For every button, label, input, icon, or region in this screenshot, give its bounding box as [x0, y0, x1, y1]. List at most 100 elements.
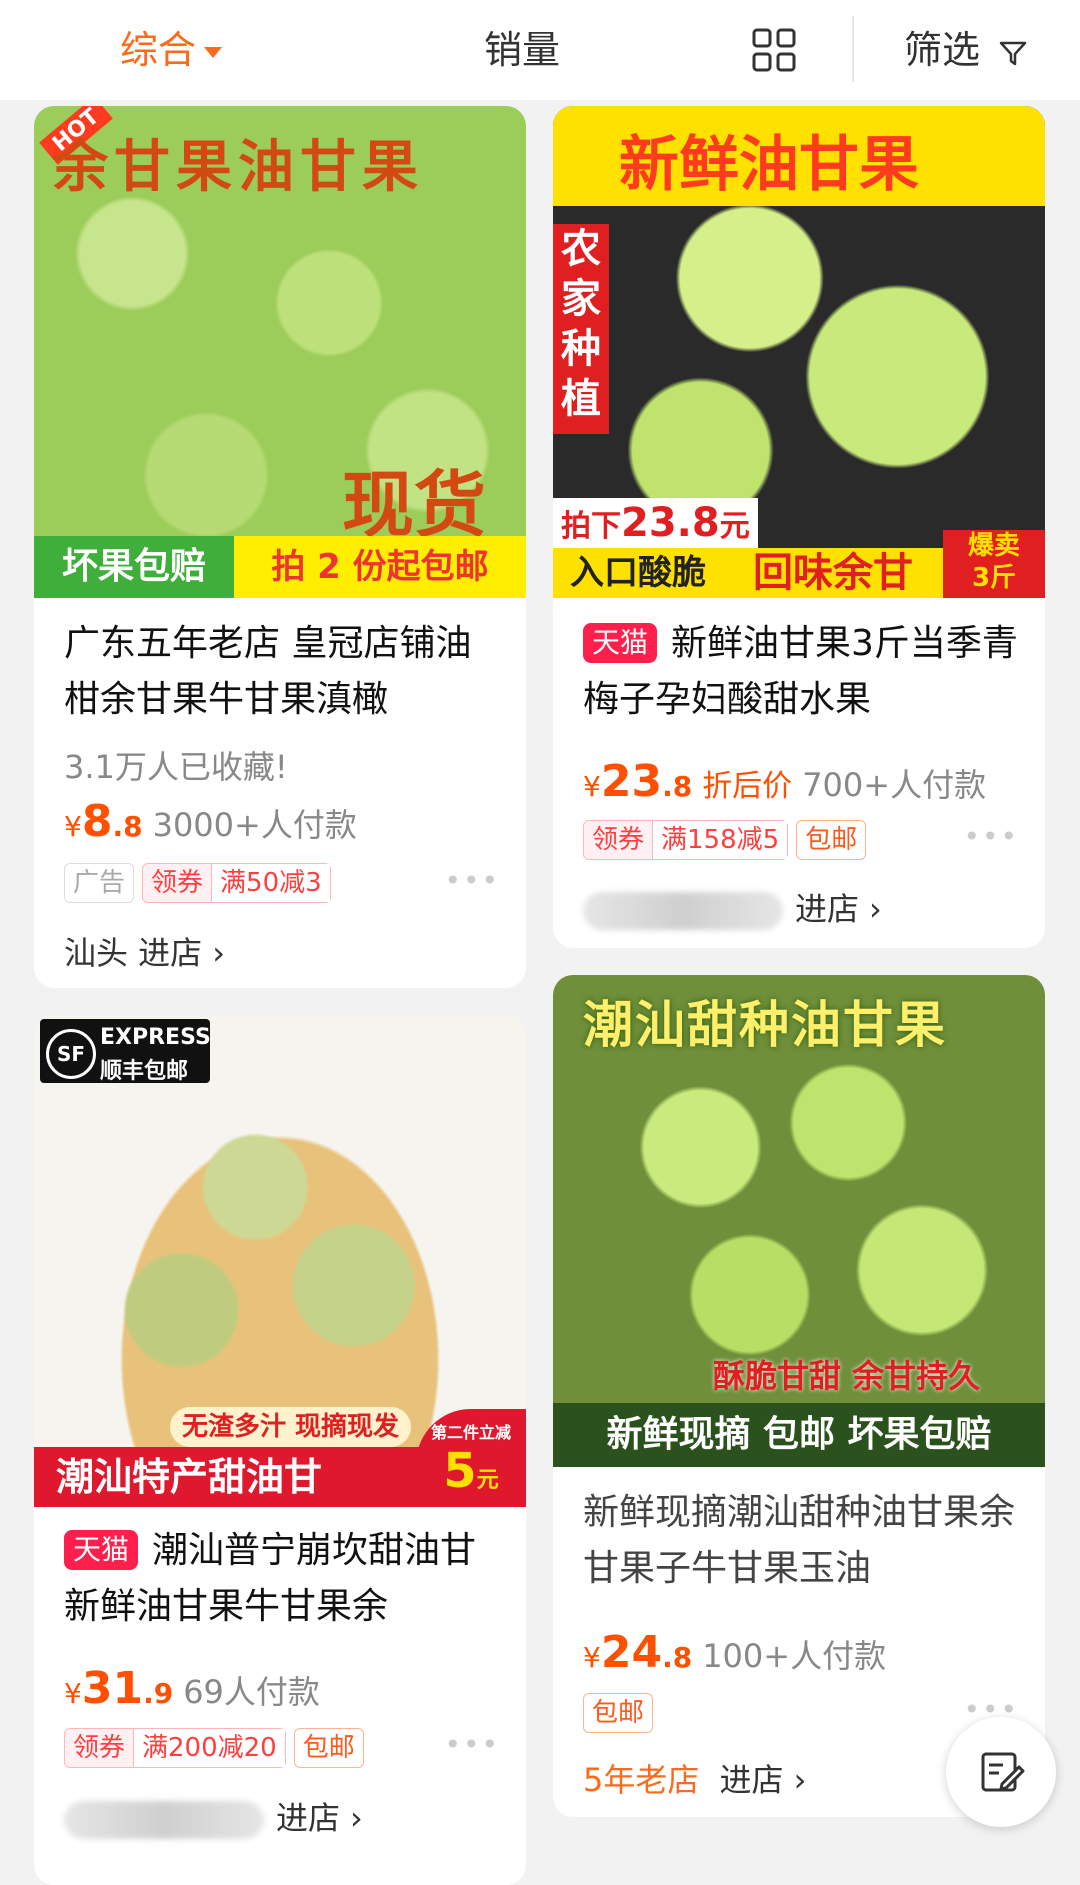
coupon-deal: 满158减5 [652, 821, 788, 859]
discount-amount: 5 [443, 1443, 477, 1499]
price-cut-value: 23.8 [621, 500, 720, 546]
favorites-count: 3.1万人已收藏! [64, 748, 288, 786]
feedback-button[interactable] [946, 1717, 1056, 1827]
more-icon[interactable]: ••• [444, 1728, 500, 1761]
price-dec: .8 [112, 810, 143, 843]
sf-express-text: EXPRESS [100, 1025, 211, 1050]
price-row: ¥8.8 3000+人付款 [64, 796, 357, 847]
tag-row: 领券 满158减5 包邮 [583, 820, 867, 860]
chevron-right-icon: › [869, 890, 882, 928]
free-shipping-tag: 包邮 [796, 820, 867, 860]
sf-logo: SF [46, 1029, 96, 1079]
tag-row: 领券 满200减20 包邮 [64, 1728, 364, 1768]
product-image[interactable]: 潮汕甜种油甘果 酥脆甘甜 余甘持久 新鲜现摘 包邮 坏果包赔 [553, 975, 1045, 1467]
sort-comprehensive-tab[interactable]: 综合 [120, 22, 223, 78]
coupon-tag[interactable]: 领券 满50减3 [142, 863, 331, 903]
price-int: 8 [81, 796, 113, 847]
price-cut-prefix: 拍下 [561, 509, 621, 544]
price-symbol: ¥ [583, 1641, 601, 1674]
paid-count: 3000+人付款 [152, 806, 357, 844]
store-age-label: 5年老店 [583, 1761, 700, 1799]
product-title[interactable]: 天猫 新鲜油甘果3斤当季青梅子孕妇酸甜水果 [583, 616, 1023, 728]
product-image[interactable]: SF EXPRESS 顺丰包邮 无渣多汁 现摘现发 潮汕特产甜油甘 第二件立减 … [34, 1015, 526, 1507]
second-item-text: 第二件立减 [430, 1423, 511, 1442]
image-banner: 新鲜现摘 包邮 坏果包赔 [553, 1403, 1045, 1467]
edit-note-icon [981, 1752, 1025, 1792]
product-card[interactable]: 潮汕甜种油甘果 酥脆甘甜 余甘持久 新鲜现摘 包邮 坏果包赔 新鲜现摘潮汕甜种油… [553, 975, 1045, 1817]
store-link[interactable]: 汕头 进店 › [64, 928, 225, 974]
store-label: 进店 [795, 890, 860, 928]
image-side-badge: 农家种植 [553, 224, 609, 434]
price-row: ¥23.8 折后价 700+人付款 [583, 756, 986, 807]
product-title[interactable]: 广东五年老店 皇冠店铺油柑余甘果牛甘果滇橄 [64, 616, 504, 728]
product-card[interactable]: HOT 余甘果油甘果 现货 坏果包赔 拍 2 份起包邮 广东五年老店 皇冠店铺油… [34, 106, 526, 988]
coupon-tag[interactable]: 领券 满200减20 [64, 1728, 286, 1768]
image-second-discount: 第二件立减 5元 [416, 1409, 526, 1507]
discount-unit: 元 [476, 1468, 499, 1493]
coupon-deal: 满50减3 [211, 864, 330, 902]
coupon-tag[interactable]: 领券 满158减5 [583, 820, 789, 860]
hot-sell-line-1: 爆卖 [967, 531, 1020, 561]
coupon-deal: 满200减20 [133, 1729, 285, 1767]
price-dec: .8 [662, 770, 693, 803]
price-symbol: ¥ [64, 810, 82, 843]
product-image[interactable]: 新鲜油甘果 农家种植 拍下23.8元 入口酸脆 回味余甘 爆卖 3斤 [553, 106, 1045, 598]
paid-count: 69人付款 [183, 1673, 320, 1711]
grid-view-icon[interactable] [752, 28, 796, 72]
image-headline: 新鲜油甘果 [619, 130, 919, 200]
image-juicy-text: 无渣多汁 现摘现发 [170, 1407, 412, 1447]
image-badge-left: 坏果包赔 [34, 536, 234, 598]
sort-sales-label: 销量 [484, 28, 561, 72]
store-link[interactable]: 进店 › [583, 884, 882, 930]
more-icon[interactable]: ••• [963, 820, 1019, 853]
store-label: 进店 [719, 1761, 784, 1799]
image-crisp-text: 酥脆甘甜 余甘持久 [713, 1357, 981, 1395]
chevron-right-icon: › [793, 1761, 807, 1799]
price-int: 23 [600, 756, 663, 807]
store-link[interactable]: 进店 › [64, 1793, 363, 1839]
tag-row: 包邮 [583, 1693, 654, 1733]
store-label: 汕头 进店 [64, 934, 203, 972]
store-label: 进店 [276, 1799, 341, 1837]
product-title[interactable]: 天猫 潮汕普宁崩坎甜油甘新鲜油甘果牛甘果余 [64, 1523, 504, 1635]
filter-label: 筛选 [904, 28, 981, 72]
product-title[interactable]: 新鲜现摘潮汕甜种油甘果余甘果子牛甘果玉油 [583, 1485, 1023, 1597]
image-price-cut: 拍下23.8元 [553, 498, 758, 552]
caret-down-icon [204, 47, 223, 58]
price-symbol: ¥ [583, 770, 601, 803]
image-banner: 潮汕特产甜油甘 [34, 1447, 424, 1507]
image-badge-right: 拍 2 份起包邮 [234, 536, 526, 598]
coupon-label: 领券 [151, 868, 204, 898]
funnel-icon [999, 41, 1027, 65]
price-dec: .9 [143, 1677, 174, 1710]
image-headline: 余甘果油甘果 [52, 135, 424, 200]
product-image[interactable]: HOT 余甘果油甘果 现货 坏果包赔 拍 2 份起包邮 [34, 106, 526, 598]
price-row: ¥31.9 69人付款 [64, 1663, 320, 1714]
product-card[interactable]: SF EXPRESS 顺丰包邮 无渣多汁 现摘现发 潮汕特产甜油甘 第二件立减 … [34, 1015, 526, 1885]
free-shipping-tag: 包邮 [583, 1693, 654, 1733]
tag-row: 广告 领券 满50减3 [64, 863, 331, 903]
free-shipping-tag: 包邮 [293, 1728, 364, 1768]
paid-count: 100+人付款 [702, 1637, 887, 1675]
price-cut-unit: 元 [719, 509, 750, 544]
price-row: ¥24.8 100+人付款 [583, 1627, 886, 1678]
hot-sell-line-2: 3斤 [971, 563, 1017, 593]
tmall-badge: 天猫 [64, 1530, 139, 1570]
paid-count: 700+人付款 [802, 766, 987, 804]
discount-label: 折后价 [702, 769, 793, 804]
price-int: 31 [81, 1663, 144, 1714]
product-card[interactable]: 新鲜油甘果 农家种植 拍下23.8元 入口酸脆 回味余甘 爆卖 3斤 天猫 新鲜油… [553, 106, 1045, 948]
sort-sales-tab[interactable]: 销量 [484, 22, 560, 78]
image-sweet-text: 回味余甘 [723, 548, 943, 598]
tmall-badge: 天猫 [583, 623, 658, 663]
filter-button[interactable]: 筛选 [904, 22, 1028, 78]
chevron-right-icon: › [212, 934, 225, 972]
store-link[interactable]: 5年老店 进店 › [583, 1755, 806, 1801]
sf-express-badge: SF EXPRESS 顺丰包邮 [40, 1019, 211, 1084]
ad-tag: 广告 [64, 863, 135, 903]
more-icon[interactable]: ••• [444, 864, 500, 897]
chevron-right-icon: › [350, 1799, 363, 1837]
sf-free-shipping-text: 顺丰包邮 [100, 1059, 189, 1084]
store-name-blurred [64, 1801, 264, 1839]
image-headline: 潮汕甜种油甘果 [583, 996, 947, 1054]
